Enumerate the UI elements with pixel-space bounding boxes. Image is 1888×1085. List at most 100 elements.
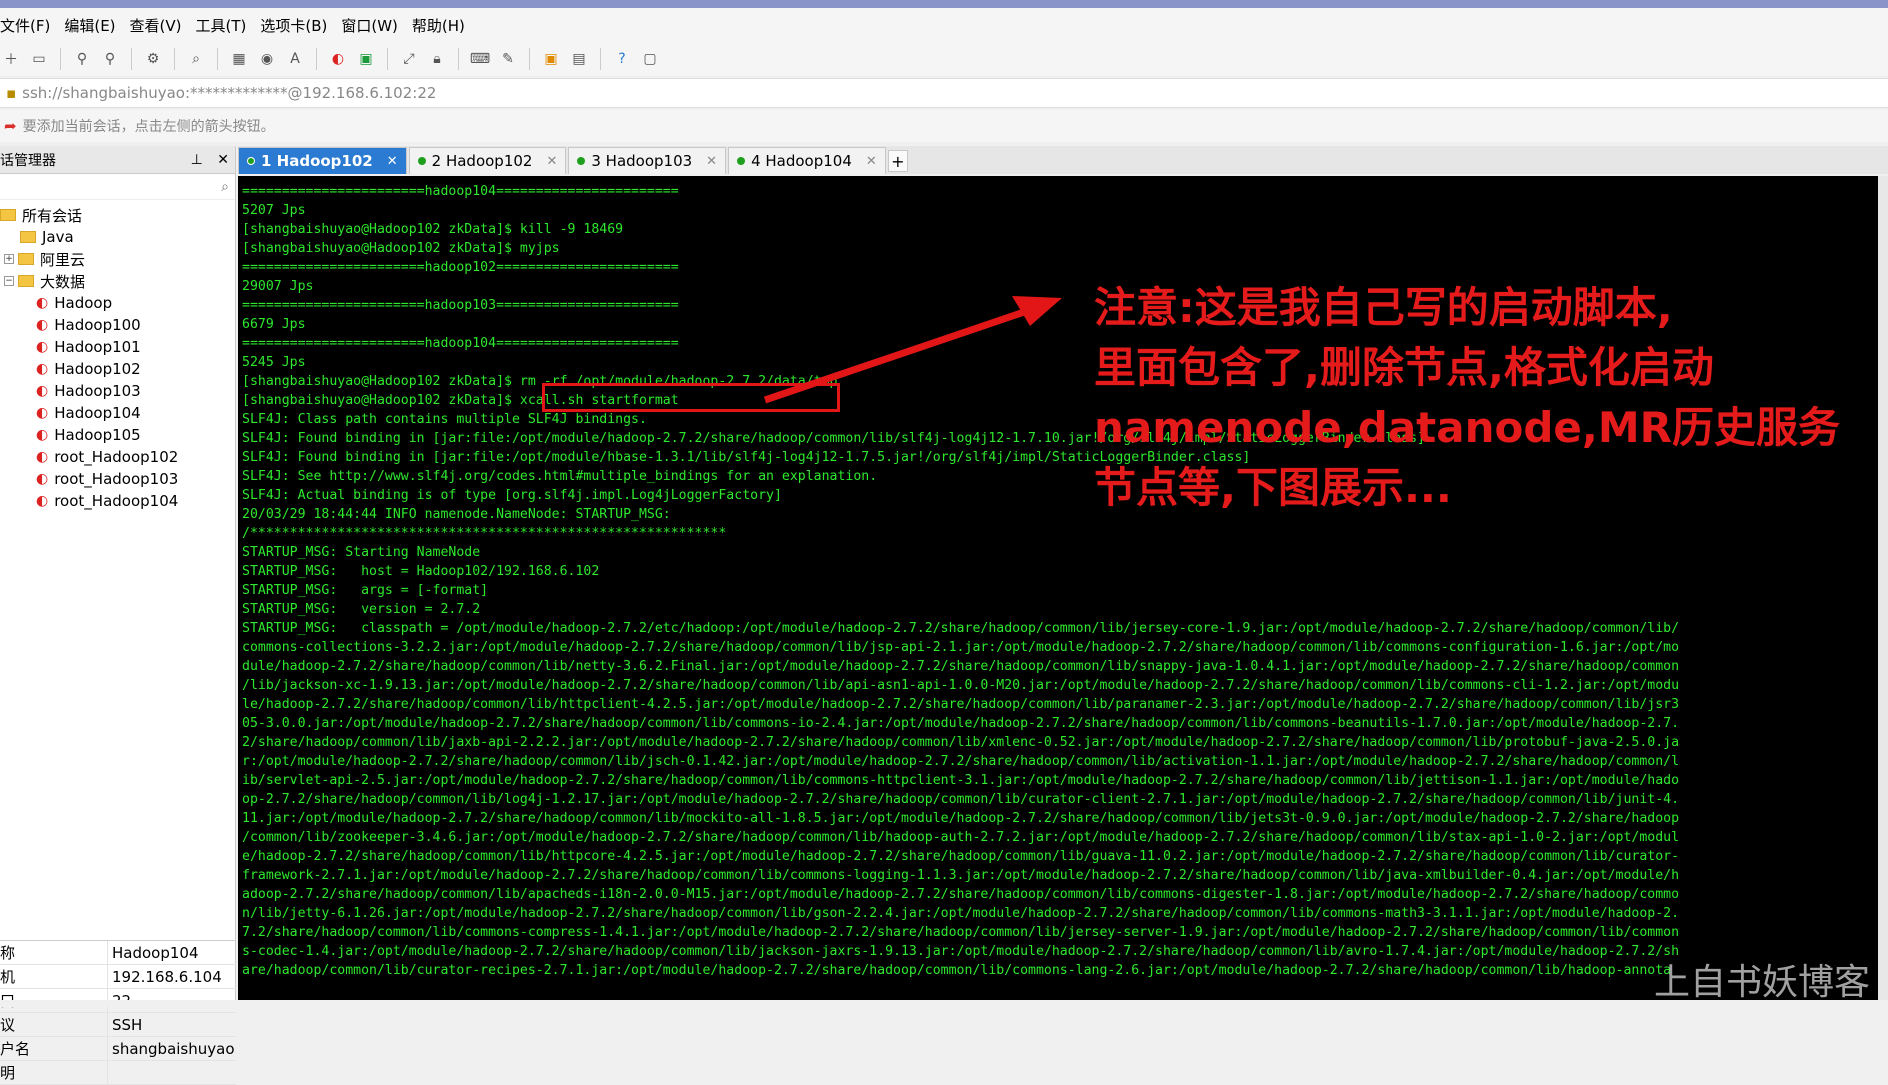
- menu-item[interactable]: 编辑(E): [64, 15, 115, 36]
- terminal-line: /lib/jackson-xc-1.9.13.jar:/opt/module/h…: [242, 676, 1878, 695]
- terminal-line: commons-collections-3.2.2.jar:/opt/modul…: [242, 638, 1878, 657]
- session-search[interactable]: ⌕: [0, 174, 235, 200]
- xftp-icon[interactable]: ▣: [355, 48, 377, 70]
- xshell-icon[interactable]: ◐: [327, 48, 349, 70]
- tree-session[interactable]: ◐Hadoop100: [0, 314, 235, 336]
- menu-item[interactable]: 查看(V): [130, 15, 182, 36]
- collapse-icon[interactable]: −: [4, 276, 14, 286]
- session-tab[interactable]: 1 Hadoop102✕: [238, 147, 407, 174]
- tree-folder-aliyun[interactable]: + 阿里云: [0, 248, 235, 270]
- tab-label: 2 Hadoop102: [432, 152, 533, 170]
- property-value: 192.168.6.104: [108, 968, 222, 986]
- tree-session[interactable]: ◐Hadoop104: [0, 402, 235, 424]
- new-tab-button[interactable]: +: [888, 150, 908, 172]
- terminal-line: /common/lib/zookeeper-3.4.6.jar:/opt/mod…: [242, 828, 1878, 847]
- session-tab[interactable]: 4 Hadoop104✕: [728, 147, 886, 174]
- menu-item[interactable]: 帮助(H): [412, 15, 465, 36]
- fullscreen-icon[interactable]: ⤢: [398, 48, 420, 70]
- connected-status-icon: [737, 157, 745, 165]
- property-key: 明: [0, 1061, 108, 1084]
- hint-text: 要添加当前会话，点击左侧的箭头按钮。: [23, 116, 275, 136]
- menu-item[interactable]: 工具(T): [196, 15, 247, 36]
- tree-folder-bigdata[interactable]: − 大数据: [0, 270, 235, 292]
- property-key: 议: [0, 1013, 108, 1036]
- property-row: 议SSH: [0, 1013, 236, 1037]
- globe-icon[interactable]: ◉: [256, 48, 278, 70]
- terminal-line: STARTUP_MSG: classpath = /opt/module/had…: [242, 619, 1878, 638]
- terminal-line: [shangbaishuyao@Hadoop102 zkData]$ myjps: [242, 239, 1878, 258]
- tree-label: 所有会话: [22, 205, 82, 226]
- toolbar-divider: [131, 48, 132, 70]
- new-session-icon[interactable]: ＋: [0, 48, 22, 70]
- tree-label: root_Hadoop102: [54, 448, 178, 466]
- pen-icon[interactable]: ✎: [497, 48, 519, 70]
- session-tab[interactable]: 3 Hadoop103✕: [568, 147, 726, 174]
- terminal-line: 7.2/share/hadoop/common/lib/commons-comp…: [242, 923, 1878, 942]
- open-folder-icon[interactable]: ▭: [28, 48, 50, 70]
- address-text: ssh://shangbaishuyao:*************@192.1…: [22, 84, 436, 102]
- tree-label: Hadoop103: [54, 382, 141, 400]
- help-icon[interactable]: ?: [611, 48, 633, 70]
- tree-session[interactable]: ◐root_Hadoop104: [0, 490, 235, 512]
- search-icon[interactable]: ⌕: [221, 179, 229, 195]
- expand-icon[interactable]: +: [4, 254, 14, 264]
- tree-label: 阿里云: [40, 249, 85, 270]
- keyboard-icon[interactable]: ⌨: [469, 48, 491, 70]
- close-tab-icon[interactable]: ✕: [866, 154, 877, 169]
- close-tab-icon[interactable]: ✕: [706, 154, 717, 169]
- tree-label: Hadoop101: [54, 338, 141, 356]
- annotation-text: 注意:这是我自己写的启动脚本,里面包含了,删除节点,格式化启动namenode,…: [1094, 278, 1888, 518]
- close-icon[interactable]: ✕: [217, 152, 229, 168]
- add-session-arrow-icon[interactable]: ➦: [4, 117, 17, 135]
- layout-icon[interactable]: ▦: [228, 48, 250, 70]
- chat-icon[interactable]: ▢: [639, 48, 661, 70]
- terminal-line: STARTUP_MSG: args = [-format]: [242, 581, 1878, 600]
- tree-session[interactable]: ◐Hadoop103: [0, 380, 235, 402]
- disconnect-icon[interactable]: ⚲: [99, 48, 121, 70]
- menu-item[interactable]: 文件(F): [0, 15, 50, 36]
- tree-session[interactable]: ◐Hadoop105: [0, 424, 235, 446]
- menu-item[interactable]: 窗口(W): [341, 15, 398, 36]
- add-tab-icon[interactable]: ▣: [540, 48, 562, 70]
- close-tab-icon[interactable]: ✕: [546, 154, 557, 169]
- font-icon[interactable]: A: [284, 48, 306, 70]
- pin-icon[interactable]: ⊥: [191, 152, 203, 168]
- tree-session[interactable]: ◐root_Hadoop102: [0, 446, 235, 468]
- properties-icon[interactable]: ⚙: [142, 48, 164, 70]
- tree-session[interactable]: ◐Hadoop: [0, 292, 235, 314]
- tree-session[interactable]: ◐root_Hadoop103: [0, 468, 235, 490]
- toolbar-divider: [600, 48, 601, 70]
- folder-icon: [0, 209, 16, 221]
- menu-item[interactable]: 选项卡(B): [260, 15, 327, 36]
- connected-status-icon: [577, 157, 585, 165]
- connect-icon[interactable]: ⚲: [71, 48, 93, 70]
- property-row: 机192.168.6.104: [0, 965, 236, 989]
- session-tab[interactable]: 2 Hadoop102 ✕: [409, 147, 567, 174]
- tree-label: root_Hadoop103: [54, 470, 178, 488]
- lock-icon[interactable]: 🔒︎: [426, 48, 448, 70]
- session-properties: 称Hadoop104机192.168.6.104口22议SSH户名shangba…: [0, 940, 236, 1085]
- tree-session[interactable]: ◐Hadoop102: [0, 358, 235, 380]
- command-highlight-box: [542, 383, 840, 412]
- address-bar[interactable]: ▪ ssh://shangbaishuyao:*************@192…: [0, 78, 1888, 108]
- connected-status-icon: [418, 157, 426, 165]
- tree-session[interactable]: ◐Hadoop101: [0, 336, 235, 358]
- tree-label: Hadoop105: [54, 426, 141, 444]
- terminal-line: op-2.7.2/share/hadoop/common/lib/log4j-1…: [242, 790, 1878, 809]
- connected-status-icon: [247, 157, 255, 165]
- terminal-line: dule/hadoop-2.7.2/share/hadoop/common/li…: [242, 657, 1878, 676]
- tree-root[interactable]: 所有会话: [0, 204, 235, 226]
- tree-label: 大数据: [40, 271, 85, 292]
- tile-icon[interactable]: ▤: [568, 48, 590, 70]
- toolbar-divider: [316, 48, 317, 70]
- terminal-line: are/hadoop/common/lib/curator-recipes-2.…: [242, 961, 1878, 980]
- annotation-line: 注意:这是我自己写的启动脚本,: [1094, 278, 1888, 338]
- property-row: 明: [0, 1061, 236, 1085]
- tree-folder-java[interactable]: Java: [0, 226, 235, 248]
- close-tab-icon[interactable]: ✕: [387, 154, 398, 169]
- terminal-line: STARTUP_MSG: host = Hadoop102/192.168.6.…: [242, 562, 1878, 581]
- annotation-line: namenode,datanode,MR历史服务: [1094, 398, 1888, 458]
- terminal-line: STARTUP_MSG: Starting NameNode: [242, 543, 1878, 562]
- search-icon[interactable]: ⌕: [185, 48, 207, 70]
- session-manager-header: 话管理器 ⊥ ✕: [0, 146, 235, 174]
